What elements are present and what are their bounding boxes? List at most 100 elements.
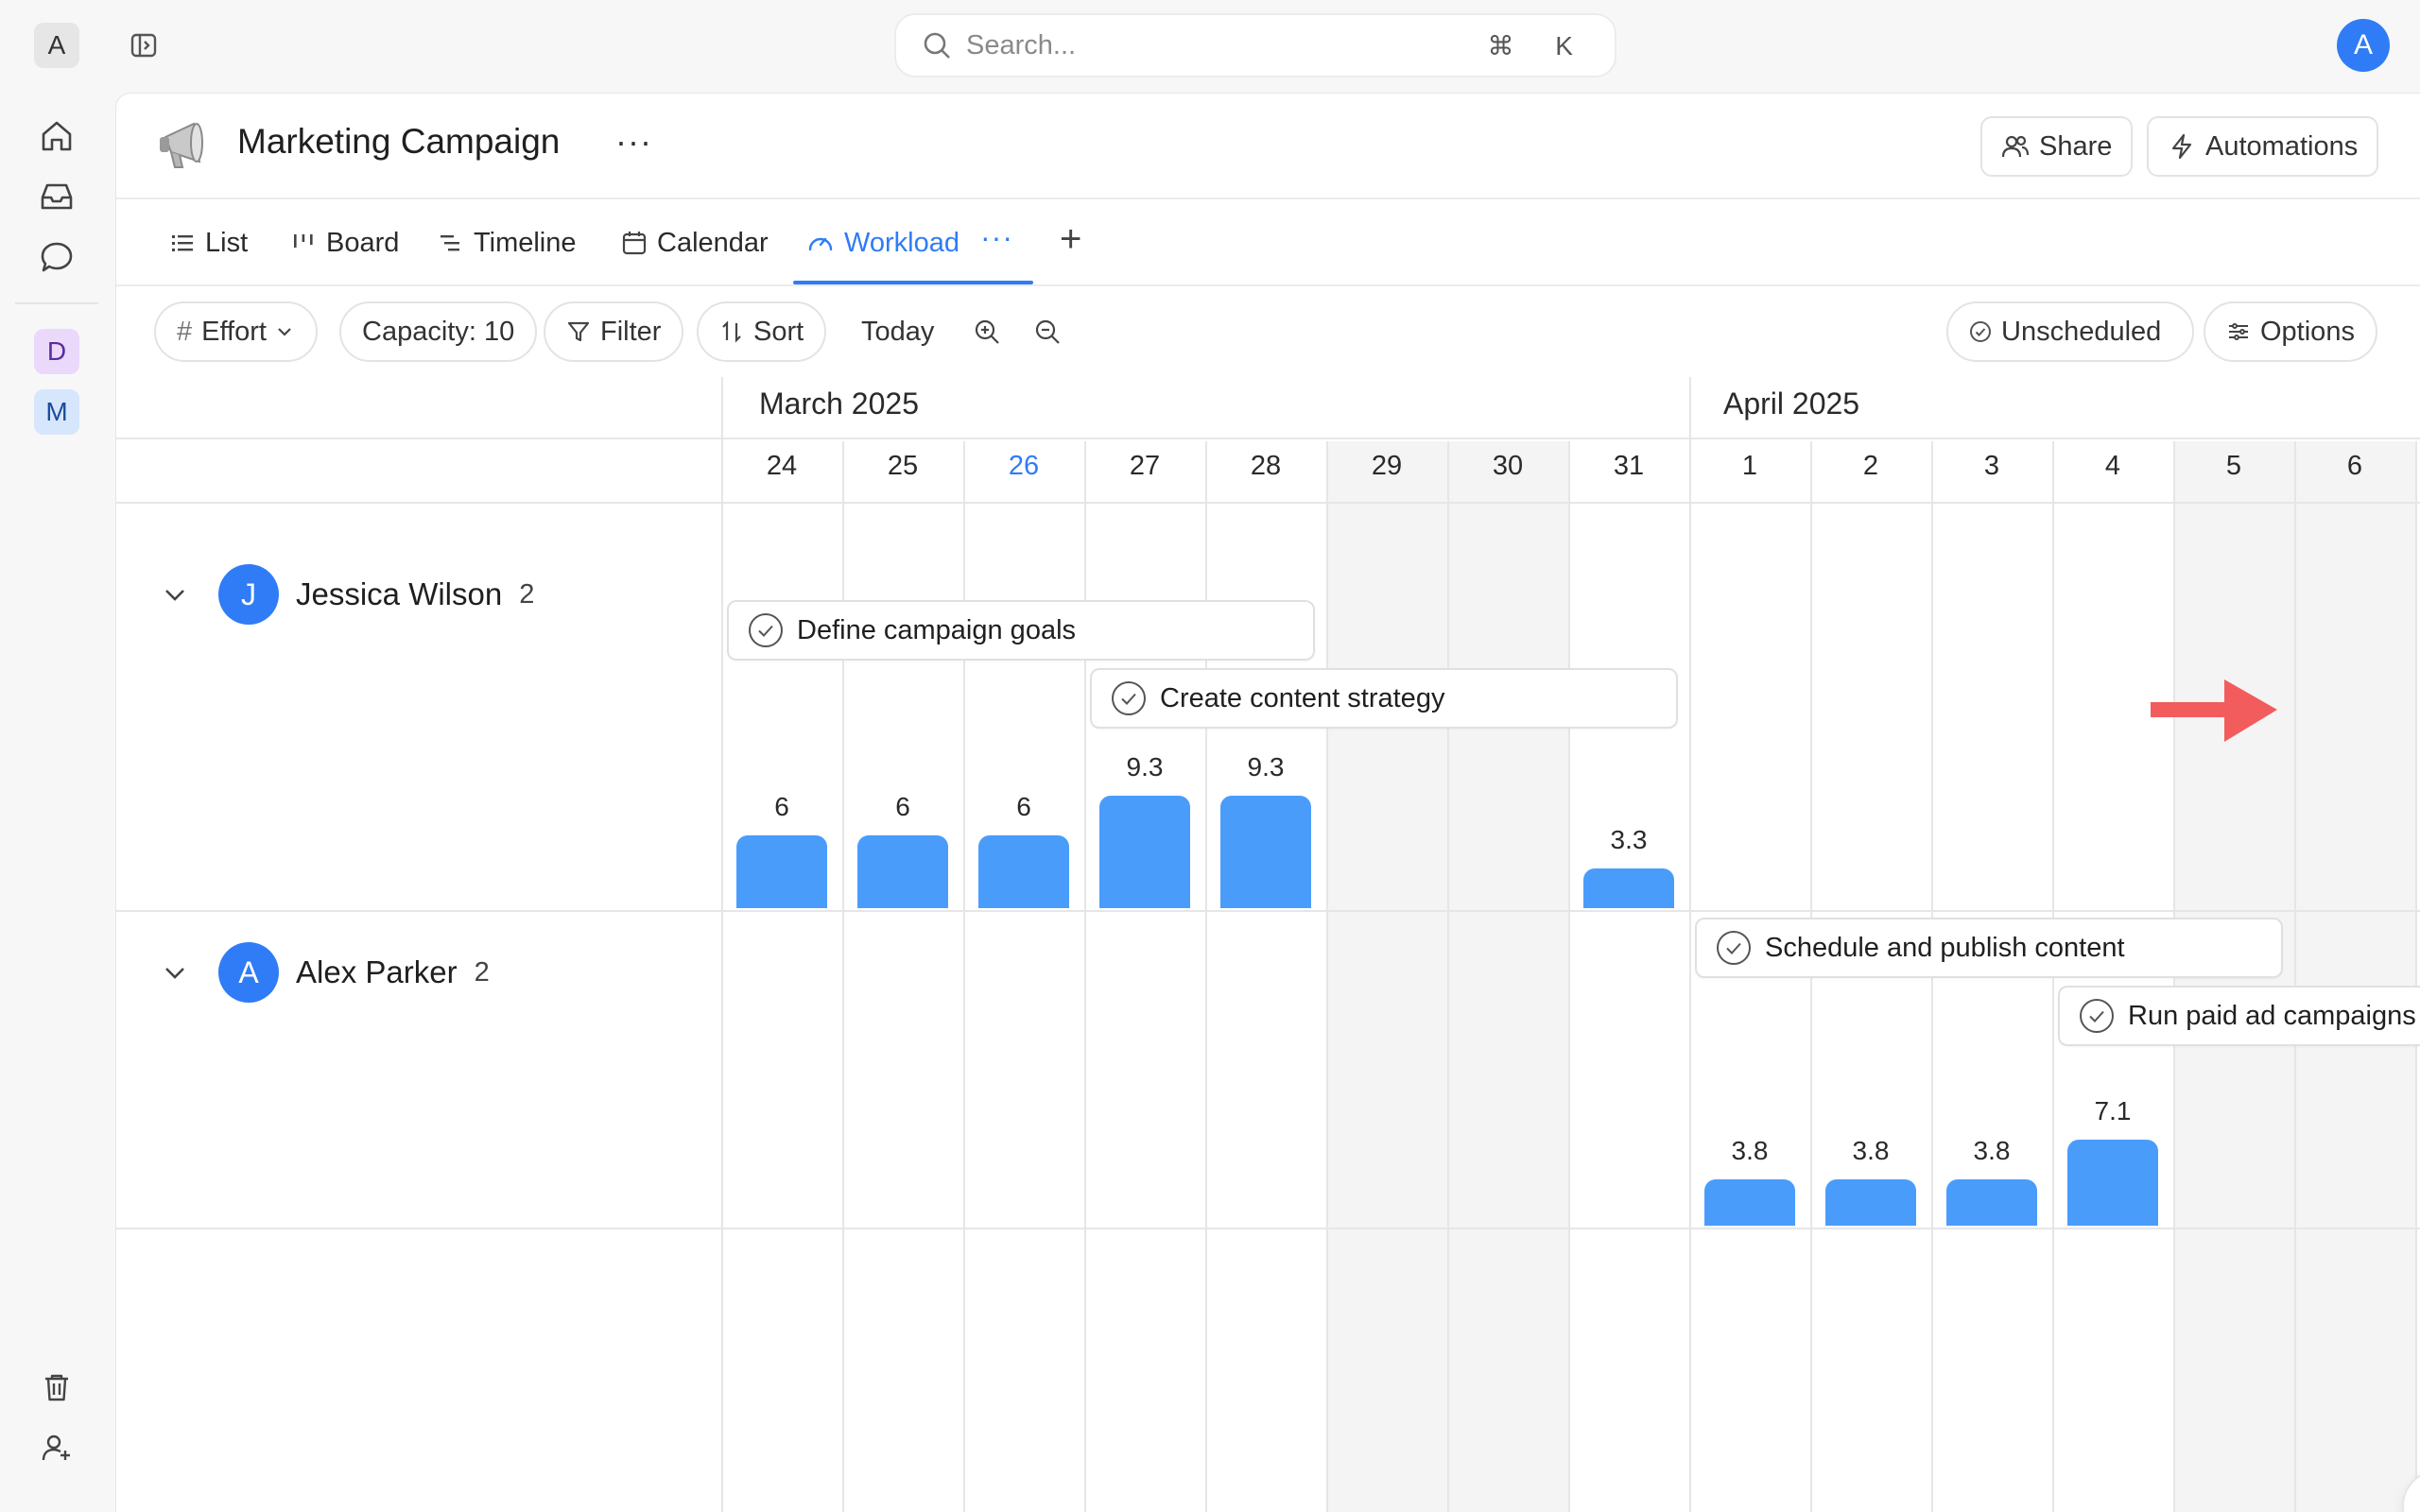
workspace-avatar[interactable]: A (34, 23, 79, 68)
automations-button[interactable]: Automations (2147, 116, 2379, 177)
task-title: Schedule and publish content (1765, 932, 2125, 963)
weekend-column (2294, 441, 2415, 1512)
task-count: 2 (519, 578, 535, 610)
tab-list[interactable]: List (169, 199, 248, 286)
check-circle-icon (1717, 931, 1751, 965)
workload-bar[interactable] (1099, 796, 1190, 908)
rail-divider (15, 302, 98, 304)
search-shortcut: ⌘ K (1487, 30, 1590, 60)
workload-bar-label: 3.3 (1610, 825, 1648, 854)
tab-workload[interactable]: Workload (806, 199, 959, 286)
day-header-divider (116, 502, 2420, 504)
grid-line (721, 377, 723, 1512)
task-bar[interactable]: Schedule and publish content (1695, 918, 2283, 978)
options-label: Options (2260, 316, 2355, 347)
capacity-button[interactable]: Capacity: 10 (339, 301, 538, 362)
zoom-out-icon[interactable] (1033, 301, 1062, 362)
filter-button[interactable]: Filter (544, 301, 684, 362)
tab-calendar[interactable]: Calendar (621, 199, 769, 286)
left-rail: D M (0, 93, 115, 1512)
today-button[interactable]: Today (861, 301, 934, 362)
chevron-down-icon (278, 328, 291, 336)
chevron-down-icon[interactable] (158, 955, 192, 989)
workload-bar-label: 6 (895, 792, 910, 821)
tab-board[interactable]: Board (290, 199, 399, 286)
sort-button[interactable]: Sort (697, 301, 827, 362)
options-button[interactable]: Options (2204, 301, 2377, 362)
user-avatar[interactable]: A (2337, 19, 2390, 72)
effort-label: Effort (201, 316, 267, 347)
grid-line (1326, 441, 1328, 1512)
task-bar[interactable]: Create content strategy (1090, 668, 1678, 729)
gauge-icon (808, 237, 833, 251)
project-more-button[interactable]: ··· (615, 122, 652, 162)
workload-bar[interactable] (1220, 796, 1311, 908)
megaphone-icon (154, 114, 216, 177)
tab-workload-more-button[interactable]: ··· (980, 220, 1013, 255)
task-title: Create content strategy (1160, 682, 1445, 713)
search-bar[interactable]: Search... ⌘ K (894, 13, 1616, 77)
sidebar-toggle-icon[interactable] (129, 30, 159, 60)
project-title: Marketing Campaign (237, 122, 561, 161)
chat-icon[interactable] (38, 238, 76, 276)
space-d-badge[interactable]: D (34, 329, 79, 374)
add-view-button[interactable]: + (1060, 218, 1081, 261)
task-bar[interactable]: Define campaign goals (727, 600, 1315, 661)
task-title: Define campaign goals (797, 614, 1077, 645)
workload-bar[interactable] (978, 835, 1069, 908)
avatar: A (218, 942, 279, 1003)
zoom-in-icon[interactable] (973, 301, 1001, 362)
unscheduled-label: Unscheduled (2001, 316, 2162, 347)
workload-bar[interactable] (2067, 1140, 2158, 1226)
row-divider (116, 1228, 2420, 1229)
workload-bar-label: 3.8 (1852, 1136, 1890, 1165)
effort-dropdown[interactable]: # Effort (154, 301, 318, 362)
check-circle-icon (2080, 999, 2114, 1033)
day-label: 25 (887, 451, 919, 481)
day-label: 29 (1371, 451, 1403, 481)
active-tab-indicator (793, 281, 1033, 284)
annotation-arrow-icon (2151, 679, 2277, 742)
workload-bar[interactable] (1825, 1179, 1916, 1226)
workload-bar[interactable] (1946, 1179, 2037, 1226)
tab-timeline[interactable]: Timeline (438, 199, 577, 286)
workload-bar[interactable] (1704, 1179, 1795, 1226)
day-label: 30 (1492, 451, 1524, 481)
task-count: 2 (474, 956, 490, 988)
person-name: Alex Parker (296, 954, 458, 989)
tab-workload-label: Workload (844, 227, 959, 258)
sort-label: Sort (753, 316, 804, 347)
grid-line (2294, 441, 2296, 1512)
day-label: 31 (1613, 451, 1645, 481)
inbox-icon[interactable] (38, 178, 76, 215)
unscheduled-button[interactable]: Unscheduled (1946, 301, 2194, 362)
top-bar: A Search... ⌘ K A (0, 0, 2420, 93)
space-m-badge[interactable]: M (34, 389, 79, 435)
share-button[interactable]: Share (1980, 116, 2134, 177)
filter-label: Filter (600, 316, 662, 347)
check-circle-icon (1112, 681, 1146, 715)
person-name: Jessica Wilson (296, 576, 503, 611)
day-label: 2 (1862, 451, 1879, 481)
workload-bar[interactable] (1583, 868, 1674, 908)
workload-bar[interactable] (736, 835, 827, 908)
workload-bar[interactable] (857, 835, 948, 908)
invite-user-icon[interactable] (38, 1429, 76, 1467)
timeline-icon (441, 235, 459, 251)
person-row-header[interactable]: J Jessica Wilson 2 (116, 561, 534, 627)
check-circle-icon (749, 613, 783, 647)
board-icon (294, 234, 313, 248)
weekend-column (1447, 441, 1568, 1512)
chevron-down-icon[interactable] (158, 577, 192, 611)
search-icon (924, 32, 950, 59)
trash-icon[interactable] (38, 1368, 76, 1406)
home-icon[interactable] (38, 117, 76, 155)
month-header: March 2025 April 2025 (116, 377, 2420, 439)
workload-bar-label: 7.1 (2094, 1096, 2132, 1125)
workload-bar-label: 6 (1016, 792, 1031, 821)
capacity-label: Capacity: 10 (362, 316, 515, 347)
row-divider (116, 910, 2420, 912)
person-row-header[interactable]: A Alex Parker 2 (116, 939, 490, 1005)
main-panel: Marketing Campaign ··· Share Automations… (115, 93, 2420, 1512)
task-bar[interactable]: Run paid ad campaigns (2058, 986, 2420, 1046)
